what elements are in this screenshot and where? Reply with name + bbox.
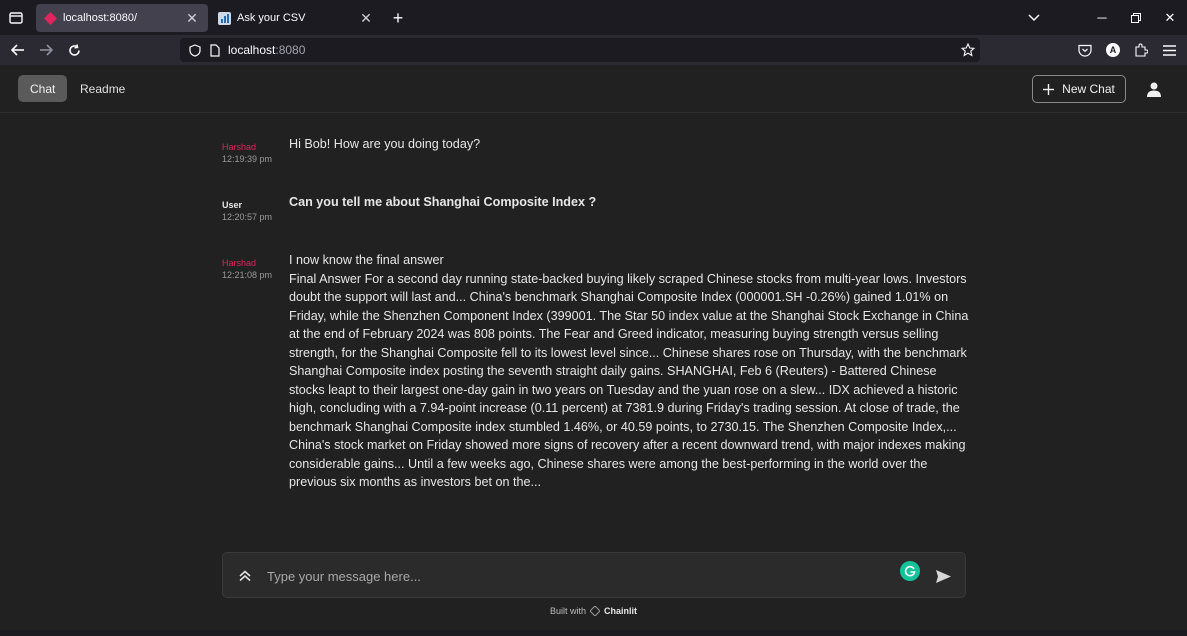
nav-tab-chat[interactable]: Chat (18, 75, 68, 102)
menu-hamburger-icon[interactable] (1159, 40, 1179, 60)
new-tab-icon[interactable]: + (388, 8, 408, 28)
message-content: Can you tell me about Shanghai Composite… (289, 195, 597, 209)
message-content: Hi Bob! How are you doing today? (289, 137, 481, 151)
window-controls: ─ ✕ (1085, 0, 1187, 35)
browser-tab-ask-csv[interactable]: Ask your CSV ✕ (210, 4, 382, 32)
tab-title: localhost:8080/ (63, 12, 137, 24)
browser-tab-localhost[interactable]: localhost:8080/ ✕ (36, 4, 208, 32)
message-author: Harshad (222, 258, 257, 268)
user-avatar-icon[interactable] (1144, 79, 1164, 99)
url-port: :8080 (275, 43, 306, 57)
url-bar[interactable]: localhost:8080 (180, 38, 980, 62)
shield-icon[interactable] (188, 43, 202, 57)
reload-icon[interactable] (64, 40, 84, 60)
plus-icon (1043, 83, 1055, 95)
account-icon[interactable]: A (1103, 40, 1123, 60)
browser-navbar: localhost:8080 A (0, 35, 1187, 65)
browser-toolbar-right: A (1075, 40, 1179, 60)
nav-tab-readme[interactable]: Readme (68, 75, 137, 102)
list-tabs-chevron-icon[interactable] (1024, 8, 1044, 28)
back-arrow-icon[interactable] (8, 40, 28, 60)
minimize-icon[interactable]: ─ (1085, 0, 1119, 35)
new-chat-label: New Chat (1062, 82, 1115, 96)
message-author: User (222, 200, 243, 210)
footer: Built with Chainlit (0, 604, 1187, 618)
close-window-icon[interactable]: ✕ (1153, 0, 1187, 35)
chat-settings-icon[interactable] (235, 566, 255, 586)
send-icon[interactable] (933, 566, 953, 586)
message-time: 12:20:57 pm (222, 212, 273, 222)
url-host: localhost (228, 43, 276, 57)
message-list: Harshad 12:19:39 pm Hi Bob! How are you … (0, 113, 1187, 543)
close-tab-icon[interactable]: ✕ (358, 10, 374, 26)
grammarly-icon[interactable] (900, 561, 920, 581)
new-chat-button[interactable]: New Chat (1032, 75, 1126, 103)
message-meta: User 12:20:57 pm (222, 199, 284, 224)
footer-prefix: Built with (549, 606, 586, 616)
message-time: 12:19:39 pm (222, 154, 273, 164)
close-tab-icon[interactable]: ✕ (184, 10, 200, 26)
csv-favicon-icon (218, 11, 231, 25)
message-line: I now know the final answer (289, 253, 444, 267)
pocket-icon[interactable] (1075, 40, 1095, 60)
extensions-icon[interactable] (1131, 40, 1151, 60)
message-input[interactable] (267, 565, 867, 587)
message-composer (222, 552, 966, 598)
page-icon[interactable] (208, 43, 222, 57)
message-meta: Harshad 12:21:08 pm (222, 257, 284, 282)
message-body: Final Answer For a second day running st… (289, 271, 969, 490)
bookmark-star-icon[interactable] (960, 42, 976, 58)
tab-title: Ask your CSV (237, 12, 306, 24)
footer-brand[interactable]: Chainlit (604, 606, 637, 616)
message-content: I now know the final answer Final Answer… (289, 251, 969, 492)
browser-tabstrip: localhost:8080/ ✕ Ask your CSV ✕ + ─ ✕ (0, 0, 1187, 35)
chainlit-favicon-icon (44, 11, 57, 25)
app-header: Chat Readme New Chat (0, 65, 1187, 113)
forward-arrow-icon[interactable] (36, 40, 56, 60)
message-meta: Harshad 12:19:39 pm (222, 141, 284, 166)
window-bottom-edge (0, 630, 1187, 636)
message-author: Harshad (222, 142, 257, 152)
restore-icon[interactable] (1119, 0, 1153, 35)
message-time: 12:21:08 pm (222, 270, 273, 280)
chainlit-logo-icon (590, 606, 600, 616)
firefox-view-icon[interactable] (6, 8, 26, 28)
